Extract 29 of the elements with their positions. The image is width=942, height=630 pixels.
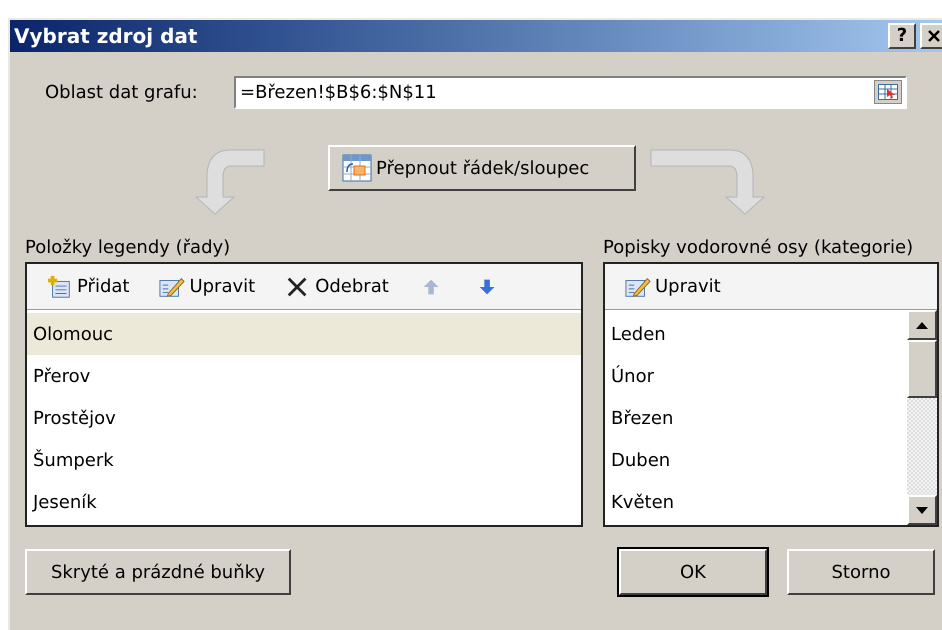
- scroll-up-button[interactable]: [907, 310, 937, 340]
- remove-button[interactable]: Odebrat: [285, 273, 389, 300]
- close-icon: [927, 29, 941, 43]
- edit-button[interactable]: Upravit: [159, 273, 256, 300]
- switch-row-column-button[interactable]: Přepnout řádek/sloupec: [328, 145, 636, 191]
- scroll-thumb[interactable]: [907, 340, 937, 398]
- scrollbar[interactable]: [907, 310, 937, 525]
- dialog-button[interactable]: Storno: [787, 549, 935, 595]
- add-button[interactable]: Přidat: [47, 273, 130, 300]
- close-button[interactable]: [920, 23, 942, 49]
- add-list-icon: [47, 274, 73, 300]
- field-label: Oblast dat grafu:: [45, 81, 199, 105]
- section-label: Položky legendy (řady): [25, 237, 232, 259]
- hidden-empty-cells-button[interactable]: Skryté a prázdné buňky: [25, 549, 291, 595]
- range-picker-button[interactable]: [874, 80, 902, 104]
- window-title: Vybrat zdroj dat: [14, 23, 198, 50]
- list-item[interactable]: Olomouc: [27, 313, 581, 355]
- curved-arrow-icon: [195, 149, 265, 215]
- dialog-button[interactable]: OK: [619, 549, 767, 595]
- edit-button[interactable]: Upravit: [625, 273, 721, 300]
- data-range-field[interactable]: =Březen!$B$6:$N$11: [234, 76, 907, 109]
- scroll-down-button[interactable]: [907, 495, 937, 525]
- down-triangle-icon: [916, 506, 928, 514]
- up-triangle-icon: [916, 322, 928, 328]
- section-label: Popisky vodorovné osy (kategorie): [603, 237, 914, 259]
- help-button[interactable]: ?: [888, 23, 916, 49]
- curved-arrow-icon: [650, 149, 766, 215]
- grid-arrow-icon: [878, 84, 898, 100]
- table-swap-icon: [342, 154, 372, 182]
